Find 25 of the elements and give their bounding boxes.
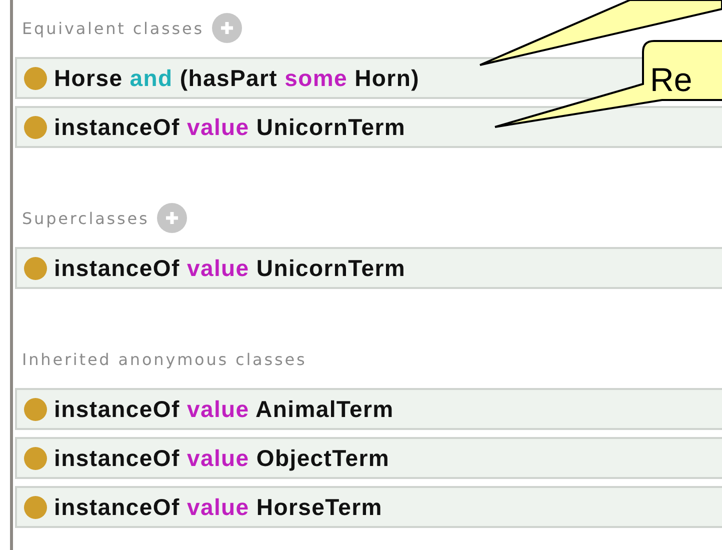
class-icon <box>24 66 47 90</box>
class-expression-row[interactable]: instanceOf value AnimalTerm <box>15 388 722 430</box>
add-button[interactable] <box>157 203 188 233</box>
class-expression: instanceOf value UnicornTerm <box>54 114 406 140</box>
add-button[interactable] <box>212 13 242 43</box>
class-expression-row[interactable]: instanceOf value UnicornTerm <box>15 247 722 289</box>
class-icon <box>24 116 47 138</box>
class-icon <box>24 398 47 420</box>
plus-icon <box>219 20 236 36</box>
class-expression: instanceOf value UnicornTerm <box>54 254 406 282</box>
plus-icon <box>164 210 180 226</box>
callout-text: Re <box>650 61 692 98</box>
class-expression-row[interactable]: instanceOf value HorseTerm <box>15 486 722 528</box>
class-icon <box>24 446 47 470</box>
class-expression: instanceOf value ObjectTerm <box>54 444 390 472</box>
class-expression: instanceOf value AnimalTerm <box>54 396 394 422</box>
class-icon <box>24 496 47 518</box>
section-title: Equivalent classes <box>22 18 204 38</box>
section-title: Superclasses <box>22 208 150 228</box>
class-expression: Horse and (hasPart some Horn) <box>54 64 420 92</box>
class-icon <box>24 256 47 280</box>
class-expression-row[interactable]: instanceOf value UnicornTerm <box>15 106 722 148</box>
section-title: Inherited anonymous classes <box>22 350 307 368</box>
class-expression-row[interactable]: instanceOf value ObjectTerm <box>15 437 722 479</box>
class-expression: instanceOf value HorseTerm <box>54 494 382 520</box>
